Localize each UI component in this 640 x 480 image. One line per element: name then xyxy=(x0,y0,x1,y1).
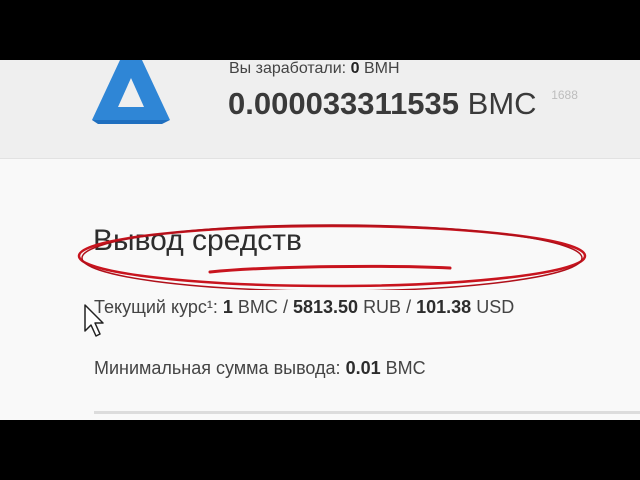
min-unit: BMC xyxy=(385,358,426,378)
page-title: Вывод средств xyxy=(93,224,302,257)
rate-usd-amount: 101.38 xyxy=(416,297,472,317)
letterbox-top xyxy=(0,0,640,60)
screen: Вы заработали: 0 BMH 0.000033311535 BMC … xyxy=(0,60,640,420)
balance-value: 0.000033311535 xyxy=(228,86,460,121)
rate-rub-amount: 5813.50 xyxy=(292,297,359,317)
earned-value: 0 xyxy=(350,60,360,77)
minimum-withdrawal: Минимальная сумма вывода: 0.01 BMC xyxy=(94,358,426,379)
balance-unit: BMC xyxy=(467,86,537,121)
rate-bmc-amount: 1 xyxy=(222,297,233,317)
earned-line: Вы заработали: 0 BMH xyxy=(229,60,400,78)
rate-rub-unit: RUB xyxy=(363,297,402,317)
min-label: Минимальная сумма вывода: xyxy=(94,358,341,378)
letterbox-bottom xyxy=(0,420,640,480)
rate-separator: / xyxy=(282,297,288,317)
earned-label: Вы заработали: xyxy=(229,60,347,77)
rate-separator: / xyxy=(406,297,412,317)
cut-off-text-line xyxy=(94,411,640,414)
min-amount: 0.01 xyxy=(345,358,381,378)
balance: 0.000033311535 BMC 1688 xyxy=(228,86,578,122)
rate-bmc-unit: BMC xyxy=(237,297,278,317)
earned-unit: BMH xyxy=(363,60,400,77)
mouse-pointer-icon xyxy=(84,304,104,337)
current-rate: Текущий курс¹: 1 BMC / 5813.50 RUB / 101… xyxy=(94,297,514,318)
balance-superscript: 1688 xyxy=(551,88,578,102)
rate-usd-unit: USD xyxy=(476,297,515,317)
withdraw-section: Вывод средств Текущий курс¹: 1 BMC / 581… xyxy=(0,159,640,420)
account-header: Вы заработали: 0 BMH 0.000033311535 BMC … xyxy=(0,60,640,159)
triangle-logo-icon xyxy=(92,60,170,124)
rate-label: Текущий курс¹: xyxy=(94,297,218,317)
